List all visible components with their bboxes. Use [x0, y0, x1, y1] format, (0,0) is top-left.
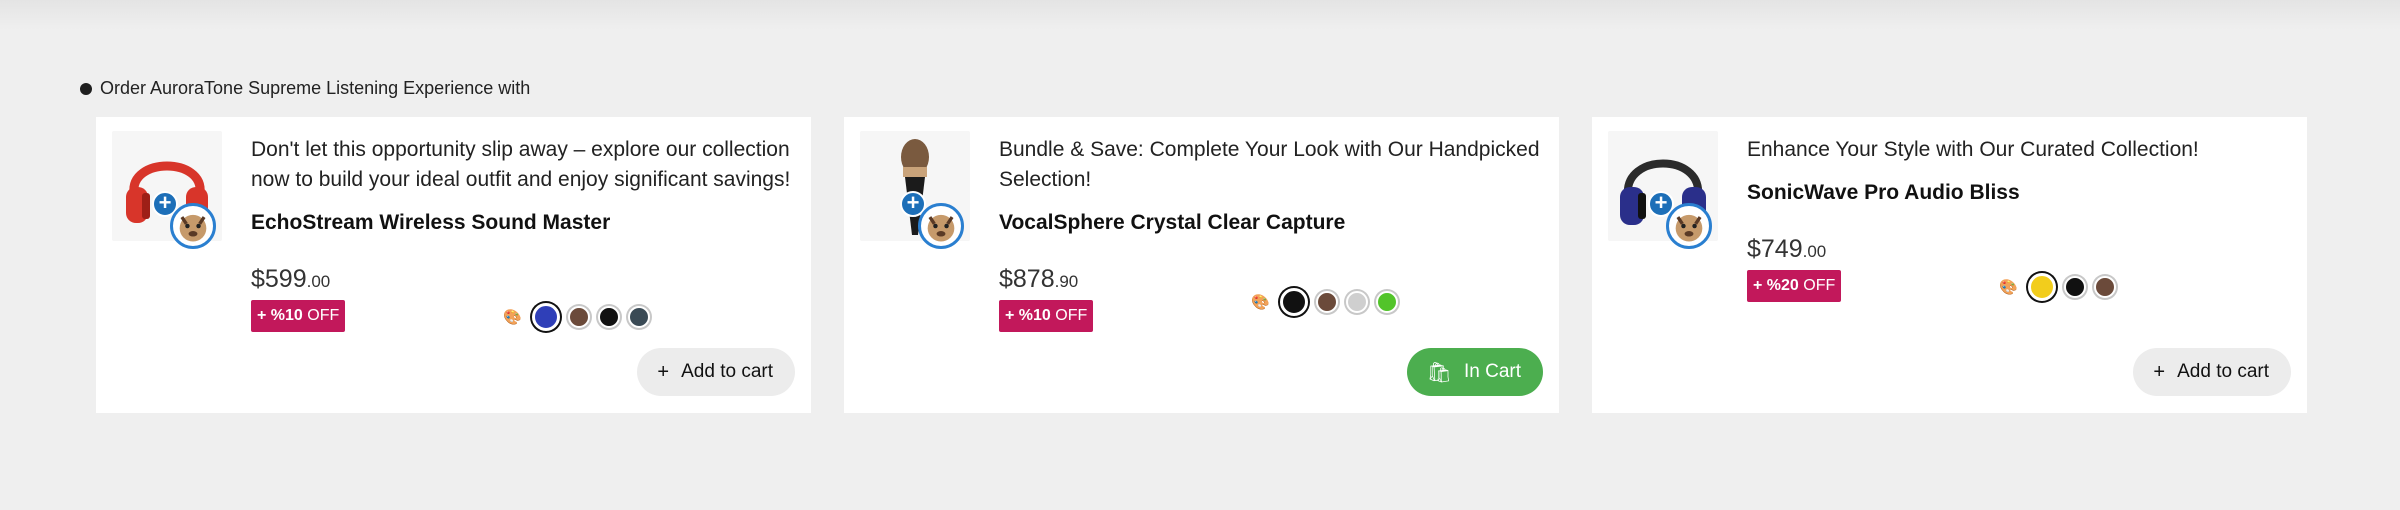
plus-icon: +	[2153, 360, 2166, 383]
discount-badge: + %20 OFF	[1747, 270, 1842, 302]
cart-button-label: Add to cart	[2177, 361, 2269, 382]
product-image[interactable]: +	[860, 131, 970, 249]
add-to-cart-button[interactable]: + Add to cart	[637, 348, 795, 396]
product-name[interactable]: EchoStream Wireless Sound Master	[251, 211, 793, 235]
in-cart-button[interactable]: 🛍 In Cart	[1406, 348, 1543, 396]
add-to-cart-button[interactable]: + Add to cart	[2133, 348, 2291, 396]
color-swatches: 🎨	[503, 303, 650, 331]
swatch-silver[interactable]	[1345, 291, 1368, 313]
price-main: $878	[999, 265, 1055, 293]
cart-button-label: In Cart	[1463, 361, 1521, 382]
swatch-slate[interactable]	[627, 306, 650, 328]
swatch-black[interactable]	[1279, 288, 1308, 316]
discount-badge: + %10 OFF	[251, 300, 346, 332]
discount-suffix: OFF	[1055, 307, 1088, 324]
product-card: + Bundle & Save: Complete Your Look with…	[844, 117, 1559, 413]
promo-text: Bundle & Save: Complete Your Look with O…	[999, 138, 1540, 191]
product-name[interactable]: SonicWave Pro Audio Bliss	[1747, 181, 2289, 205]
product-image[interactable]: +	[112, 131, 222, 249]
discount-value: + %10	[257, 307, 303, 324]
palette-icon: 🎨	[1251, 294, 1270, 311]
swatch-green[interactable]	[1375, 291, 1398, 313]
bullet-icon	[80, 82, 92, 95]
swatch-brown[interactable]	[1315, 291, 1338, 313]
discount-suffix: OFF	[307, 307, 340, 324]
color-swatches: 🎨	[1251, 288, 1398, 316]
cart-button-label: Add to cart	[681, 361, 773, 382]
price-cents: .90	[1054, 272, 1079, 291]
product-image[interactable]: +	[1608, 131, 1718, 249]
product-list: + Don't let this opportunity slip away –…	[96, 117, 2307, 413]
promo-text: Enhance Your Style with Our Curated Coll…	[1747, 138, 2199, 161]
price-main: $599	[251, 265, 307, 293]
section-heading-text: Order AuroraTone Supreme Listening Exper…	[100, 78, 531, 98]
swatch-brown[interactable]	[567, 306, 590, 328]
discount-value: + %20	[1753, 277, 1799, 294]
price-cents: .00	[1802, 242, 1827, 261]
price: $749.00	[1747, 235, 2289, 264]
discount-value: + %10	[1005, 307, 1051, 324]
plus-icon: +	[657, 360, 670, 383]
shopping-bag-icon: 🛍	[1426, 361, 1452, 384]
pet-icon	[918, 203, 964, 249]
top-bar-shadow	[0, 0, 2400, 30]
section-heading: Order AuroraTone Supreme Listening Exper…	[80, 78, 530, 99]
product-name[interactable]: VocalSphere Crystal Clear Capture	[999, 211, 1541, 235]
pet-icon	[170, 203, 216, 249]
price: $599.00	[251, 265, 793, 294]
discount-suffix: OFF	[1803, 277, 1836, 294]
swatch-black[interactable]	[2063, 276, 2086, 298]
pet-icon	[1666, 203, 1712, 249]
discount-badge: + %10 OFF	[999, 300, 1094, 332]
price-cents: .00	[306, 272, 331, 291]
promo-text: Don't let this opportunity slip away – e…	[251, 138, 791, 191]
swatch-black[interactable]	[597, 306, 620, 328]
color-swatches: 🎨	[1999, 273, 2116, 301]
swatch-brown[interactable]	[2093, 276, 2116, 298]
swatch-yellow[interactable]	[2027, 273, 2056, 301]
palette-icon: 🎨	[503, 309, 522, 326]
price-main: $749	[1747, 235, 1803, 263]
product-card: + Enhance Your Style with Our Curated Co…	[1592, 117, 2307, 413]
swatch-blue[interactable]	[531, 303, 560, 331]
product-card: + Don't let this opportunity slip away –…	[96, 117, 811, 413]
palette-icon: 🎨	[1999, 279, 2018, 296]
